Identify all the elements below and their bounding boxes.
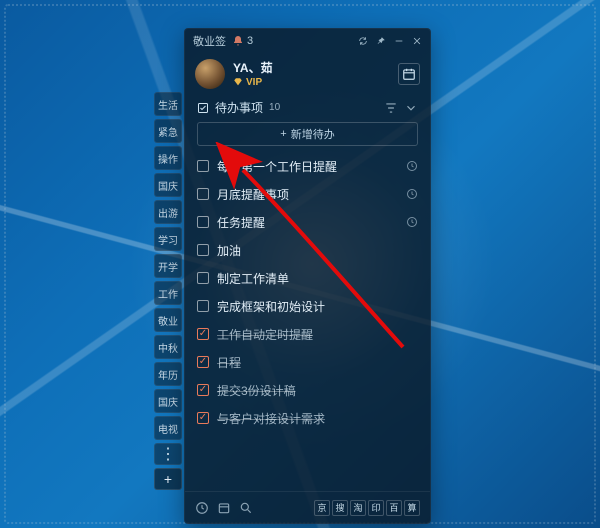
app-title: 敬业签 xyxy=(193,33,226,49)
user-row: YA、茹 VIP xyxy=(185,53,430,95)
diamond-icon xyxy=(233,77,243,87)
task-row[interactable]: 每月第一个工作日提醒 xyxy=(193,152,422,180)
task-checkbox[interactable] xyxy=(197,272,209,284)
close-icon[interactable] xyxy=(412,36,422,46)
task-label: 任务提醒 xyxy=(217,214,398,231)
task-row[interactable]: 制定工作清单 xyxy=(193,264,422,292)
sidebar-tag[interactable]: 中秋 xyxy=(154,335,182,359)
section-count: 10 xyxy=(269,102,280,113)
sidebar-tag[interactable]: 开学 xyxy=(154,254,182,278)
notification-indicator[interactable]: 3 xyxy=(232,35,253,47)
task-checkbox[interactable] xyxy=(197,356,209,368)
task-checkbox[interactable] xyxy=(197,300,209,312)
user-name: YA、茹 xyxy=(233,61,273,75)
calendar-button[interactable] xyxy=(398,63,420,85)
category-sidebar: 生活紧急操作国庆出游学习开学工作敬业中秋年历国庆电视⋮+ xyxy=(154,92,182,490)
checklist-icon xyxy=(197,102,209,114)
task-row[interactable]: 月底提醒事项 xyxy=(193,180,422,208)
task-checkbox[interactable] xyxy=(197,216,209,228)
task-label: 制定工作清单 xyxy=(217,270,418,287)
notification-count: 3 xyxy=(247,35,253,47)
quick-link[interactable]: 京 xyxy=(314,500,330,516)
quick-link[interactable]: 淘 xyxy=(350,500,366,516)
add-todo-button[interactable]: + 新增待办 xyxy=(197,122,418,146)
avatar[interactable] xyxy=(195,59,225,89)
calendar-icon xyxy=(402,67,416,81)
task-row[interactable]: 完成框架和初始设计 xyxy=(193,292,422,320)
quick-link[interactable]: 算 xyxy=(404,500,420,516)
sidebar-add[interactable]: + xyxy=(154,468,182,490)
vip-badge: VIP xyxy=(233,77,273,88)
task-label: 完成框架和初始设计 xyxy=(217,298,418,315)
filter-icon[interactable] xyxy=(384,101,398,115)
task-checkbox[interactable] xyxy=(197,244,209,256)
task-checkbox[interactable] xyxy=(197,160,209,172)
task-checkbox[interactable] xyxy=(197,188,209,200)
quick-link[interactable]: 搜 xyxy=(332,500,348,516)
calendar-small-icon[interactable] xyxy=(217,501,231,515)
sidebar-tag[interactable]: 生活 xyxy=(154,92,182,116)
search-icon[interactable] xyxy=(239,501,253,515)
sidebar-tag[interactable]: 紧急 xyxy=(154,119,182,143)
sidebar-tag[interactable]: 工作 xyxy=(154,281,182,305)
sidebar-tag[interactable]: 国庆 xyxy=(154,173,182,197)
clock-icon xyxy=(406,188,418,200)
task-label: 每月第一个工作日提醒 xyxy=(217,158,398,175)
sidebar-tag[interactable]: 年历 xyxy=(154,362,182,386)
task-label: 月底提醒事项 xyxy=(217,186,398,203)
task-label: 日程 xyxy=(217,354,418,371)
quick-link[interactable]: 百 xyxy=(386,500,402,516)
sidebar-tag[interactable]: 国庆 xyxy=(154,389,182,413)
task-checkbox[interactable] xyxy=(197,412,209,424)
task-row[interactable]: 提交3份设计稿 xyxy=(193,376,422,404)
sidebar-tag[interactable]: 出游 xyxy=(154,200,182,224)
task-label: 工作自动定时提醒 xyxy=(217,326,418,343)
task-checkbox[interactable] xyxy=(197,328,209,340)
clock-icon xyxy=(406,216,418,228)
minimize-icon[interactable] xyxy=(394,36,404,46)
sidebar-tag[interactable]: 学习 xyxy=(154,227,182,251)
sidebar-tag[interactable]: 电视 xyxy=(154,416,182,440)
pin-icon[interactable] xyxy=(376,36,386,46)
section-title: 待办事项 xyxy=(215,99,263,116)
sidebar-tag[interactable]: 敬业 xyxy=(154,308,182,332)
task-row[interactable]: 与客户对接设计需求 xyxy=(193,404,422,432)
bell-icon xyxy=(232,35,244,47)
task-checkbox[interactable] xyxy=(197,384,209,396)
plus-icon: + xyxy=(280,128,286,140)
task-label: 与客户对接设计需求 xyxy=(217,410,418,427)
footer-bar: 京搜淘印百算 xyxy=(185,491,430,523)
task-row[interactable]: 工作自动定时提醒 xyxy=(193,320,422,348)
task-label: 提交3份设计稿 xyxy=(217,382,418,399)
expand-icon[interactable] xyxy=(404,101,418,115)
sidebar-tag[interactable]: 操作 xyxy=(154,146,182,170)
task-list: 每月第一个工作日提醒月底提醒事项任务提醒加油制定工作清单完成框架和初始设计工作自… xyxy=(185,152,430,491)
task-row[interactable]: 任务提醒 xyxy=(193,208,422,236)
task-row[interactable]: 日程 xyxy=(193,348,422,376)
task-row[interactable]: 加油 xyxy=(193,236,422,264)
title-bar: 敬业签 3 xyxy=(185,29,430,53)
sidebar-more[interactable]: ⋮ xyxy=(154,443,182,465)
app-window: 敬业签 3 YA、茹 VIP 待办事项 10 xyxy=(184,28,431,524)
section-header: 待办事项 10 xyxy=(185,95,430,118)
clock-icon xyxy=(406,160,418,172)
sync-icon[interactable] xyxy=(358,36,368,46)
task-label: 加油 xyxy=(217,242,418,259)
history-icon[interactable] xyxy=(195,501,209,515)
quick-links: 京搜淘印百算 xyxy=(314,500,420,516)
quick-link[interactable]: 印 xyxy=(368,500,384,516)
